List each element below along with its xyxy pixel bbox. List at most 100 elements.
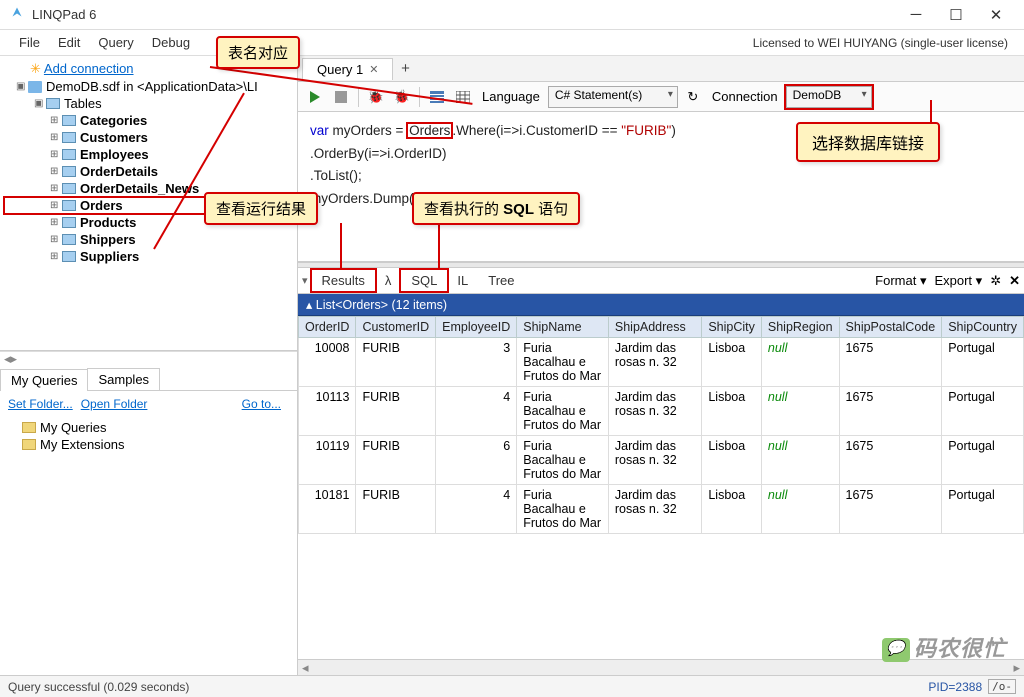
col-shipcountry[interactable]: ShipCountry bbox=[942, 317, 1024, 338]
add-connection-link[interactable]: Add connection bbox=[16, 61, 134, 77]
result-tabstrip: ▾ Results λ SQL IL Tree Format ▾ Export … bbox=[298, 268, 1024, 294]
table-orderdetails[interactable]: OrderDetails bbox=[80, 164, 158, 179]
window-maximize-button[interactable]: ☐ bbox=[936, 1, 976, 29]
connection-label: Connection bbox=[708, 89, 782, 104]
menu-query[interactable]: Query bbox=[89, 33, 142, 52]
expand-icon[interactable]: ✲ bbox=[990, 273, 1001, 289]
cell-shipaddress: Jardim das rosas n. 32 bbox=[608, 436, 701, 485]
debug-bug2-icon[interactable]: 🐞 bbox=[391, 86, 413, 108]
table-icon bbox=[62, 132, 76, 143]
toolbar: 🐞 🐞 Language C# Statement(s) ↻ Connectio… bbox=[298, 82, 1024, 112]
table-row[interactable]: 10119FURIB6Furia Bacalhau e Frutos do Ma… bbox=[299, 436, 1024, 485]
table-categories[interactable]: Categories bbox=[80, 113, 147, 128]
cell-shipcity: Lisboa bbox=[702, 387, 762, 436]
connection-dropdown[interactable]: DemoDB bbox=[786, 86, 872, 108]
stop-button[interactable] bbox=[330, 86, 352, 108]
table-employees[interactable]: Employees bbox=[80, 147, 149, 162]
table-orderdetails-news[interactable]: OrderDetails_News bbox=[80, 181, 199, 196]
menu-debug[interactable]: Debug bbox=[143, 33, 199, 52]
cell-orderid: 10119 bbox=[299, 436, 356, 485]
table-orders[interactable]: Orders bbox=[80, 198, 123, 213]
cell-shipcountry: Portugal bbox=[942, 387, 1024, 436]
connection-name[interactable]: DemoDB.sdf in <ApplicationData>\LI bbox=[46, 79, 258, 94]
folder-my-extensions[interactable]: My Extensions bbox=[40, 437, 125, 452]
tables-label[interactable]: Tables bbox=[64, 96, 102, 111]
open-folder-link[interactable]: Open Folder bbox=[81, 397, 148, 411]
tab-query1[interactable]: Query 1✕ bbox=[302, 58, 393, 80]
col-orderid[interactable]: OrderID bbox=[299, 317, 356, 338]
left-pane: Add connection ▣DemoDB.sdf in <Applicati… bbox=[0, 56, 298, 675]
close-results-icon[interactable]: ✕ bbox=[1009, 273, 1020, 289]
tab-tree[interactable]: Tree bbox=[478, 270, 524, 291]
table-row[interactable]: 10008FURIB3Furia Bacalhau e Frutos do Ma… bbox=[299, 338, 1024, 387]
export-dropdown[interactable]: Export ▾ bbox=[934, 273, 982, 289]
folder-my-queries[interactable]: My Queries bbox=[40, 420, 106, 435]
table-row[interactable]: 10113FURIB4Furia Bacalhau e Frutos do Ma… bbox=[299, 387, 1024, 436]
close-icon[interactable]: ✕ bbox=[369, 63, 378, 76]
status-optimize-toggle[interactable]: /o- bbox=[988, 679, 1016, 694]
cell-customerid: FURIB bbox=[356, 436, 436, 485]
license-text: Licensed to WEI HUIYANG (single-user lic… bbox=[753, 36, 1014, 50]
language-dropdown[interactable]: C# Statement(s) bbox=[548, 86, 678, 108]
document-tabstrip: Query 1✕ + bbox=[298, 56, 1024, 82]
menu-edit[interactable]: Edit bbox=[49, 33, 89, 52]
cell-shipcity: Lisboa bbox=[702, 338, 762, 387]
cell-employeeid: 3 bbox=[436, 338, 517, 387]
table-icon bbox=[62, 183, 76, 194]
add-tab-button[interactable]: + bbox=[393, 60, 417, 77]
goto-link[interactable]: Go to... bbox=[242, 397, 281, 411]
tab-caret-icon[interactable]: ▾ bbox=[302, 274, 312, 287]
cell-shipregion: null bbox=[761, 485, 839, 534]
menu-file[interactable]: File bbox=[10, 33, 49, 52]
col-customerid[interactable]: CustomerID bbox=[356, 317, 436, 338]
cell-employeeid: 4 bbox=[436, 387, 517, 436]
tab-my-queries[interactable]: My Queries bbox=[0, 369, 88, 391]
watermark: 码农很忙 bbox=[882, 631, 1006, 663]
orders-token: Orders bbox=[407, 123, 452, 138]
tab-sql[interactable]: SQL bbox=[401, 270, 447, 291]
format-dropdown[interactable]: Format ▾ bbox=[875, 273, 926, 289]
tab-results[interactable]: Results bbox=[312, 270, 375, 291]
result-area[interactable]: List<Orders> (12 items) OrderIDCustomerI… bbox=[298, 294, 1024, 659]
col-employeeid[interactable]: EmployeeID bbox=[436, 317, 517, 338]
code-text: ) bbox=[671, 123, 676, 138]
col-shipcity[interactable]: ShipCity bbox=[702, 317, 762, 338]
cell-shipcity: Lisboa bbox=[702, 436, 762, 485]
set-folder-link[interactable]: Set Folder... bbox=[8, 397, 73, 411]
query-folder-tree[interactable]: My Queries My Extensions bbox=[0, 417, 297, 455]
table-row[interactable]: 10181FURIB4Furia Bacalhau e Frutos do Ma… bbox=[299, 485, 1024, 534]
status-pid: PID=2388 bbox=[928, 680, 982, 694]
code-text: .ToList(); bbox=[310, 168, 362, 183]
window-minimize-button[interactable]: ─ bbox=[896, 1, 936, 29]
table-products[interactable]: Products bbox=[80, 215, 136, 230]
col-shipregion[interactable]: ShipRegion bbox=[761, 317, 839, 338]
statusbar: Query successful (0.029 seconds) PID=238… bbox=[0, 675, 1024, 697]
code-text: myOrders.Dump(); bbox=[310, 191, 422, 206]
tables-folder-icon bbox=[46, 98, 60, 109]
tab-lambda[interactable]: λ bbox=[375, 270, 402, 291]
tab-samples[interactable]: Samples bbox=[87, 368, 160, 390]
result-grid-header[interactable]: List<Orders> (12 items) bbox=[298, 294, 1024, 316]
callout-view-results: 查看运行结果 bbox=[204, 192, 318, 225]
table-customers[interactable]: Customers bbox=[80, 130, 148, 145]
window-close-button[interactable]: ✕ bbox=[976, 1, 1016, 29]
run-button[interactable] bbox=[304, 86, 326, 108]
col-shipaddress[interactable]: ShipAddress bbox=[608, 317, 701, 338]
col-shippostalcode[interactable]: ShipPostalCode bbox=[839, 317, 942, 338]
callout-view-sql: 查看执行的 SQL 语句 bbox=[412, 192, 580, 225]
string-literal: "FURIB" bbox=[621, 123, 671, 138]
table-suppliers[interactable]: Suppliers bbox=[80, 249, 139, 264]
language-label: Language bbox=[478, 89, 544, 104]
table-icon bbox=[62, 115, 76, 126]
cell-shippostalcode: 1675 bbox=[839, 387, 942, 436]
table-shippers[interactable]: Shippers bbox=[80, 232, 136, 247]
callout-choose-db: 选择数据库链接 bbox=[796, 122, 940, 162]
col-shipname[interactable]: ShipName bbox=[517, 317, 609, 338]
tab-il[interactable]: IL bbox=[447, 270, 478, 291]
cell-shipcity: Lisboa bbox=[702, 485, 762, 534]
cell-employeeid: 4 bbox=[436, 485, 517, 534]
refresh-connection-icon[interactable]: ↻ bbox=[682, 86, 704, 108]
database-icon bbox=[28, 81, 42, 93]
tree-scrollbar[interactable]: ◂▸ bbox=[0, 351, 297, 365]
table-icon bbox=[62, 217, 76, 228]
